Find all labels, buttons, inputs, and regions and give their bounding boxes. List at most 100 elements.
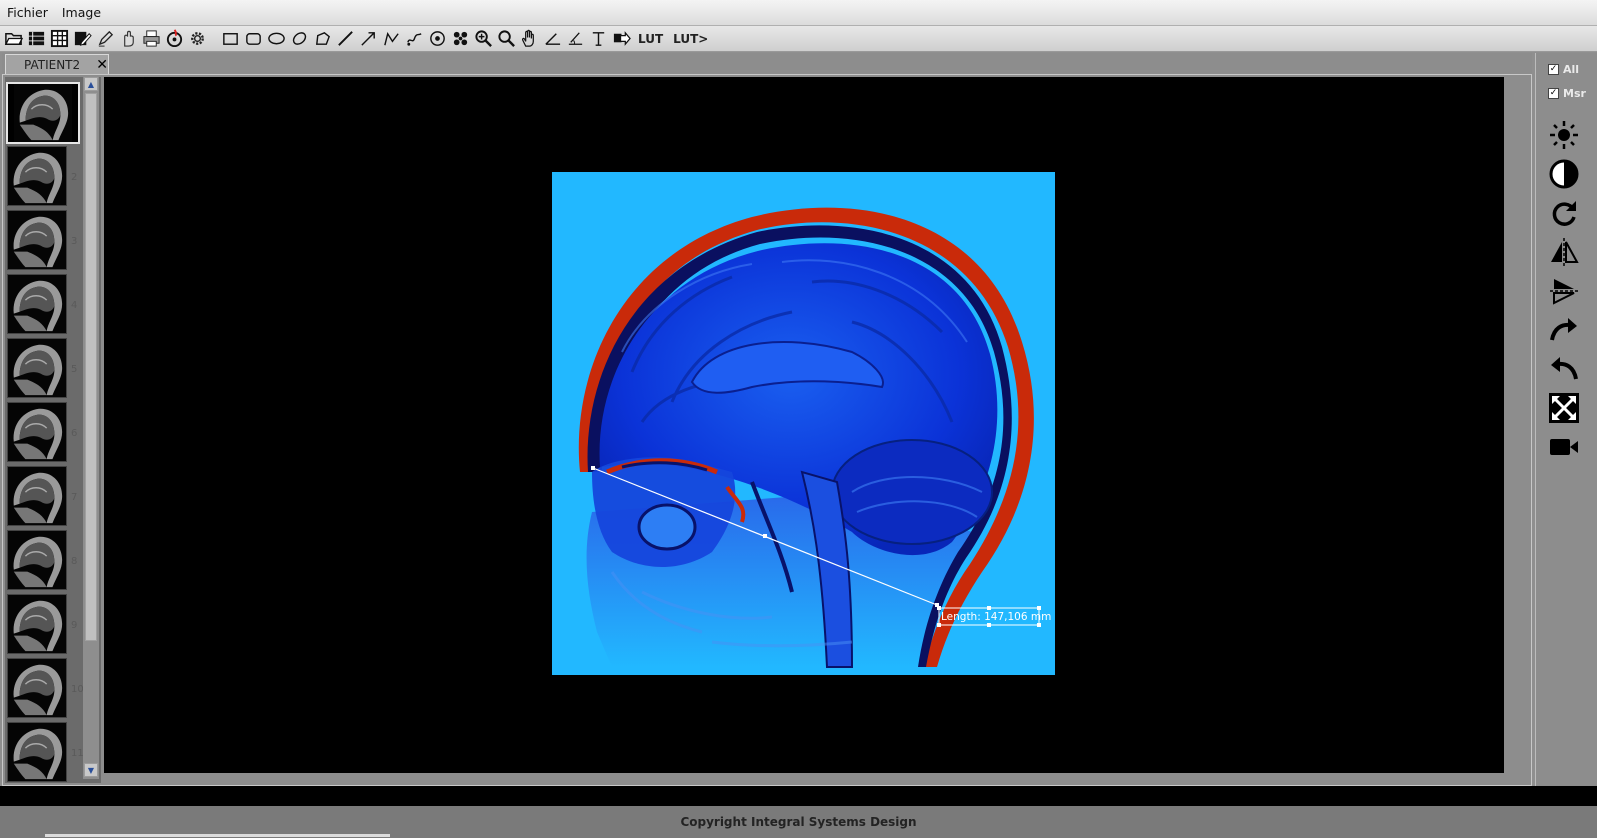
checkbox-all[interactable]: ✓ All bbox=[1548, 63, 1579, 76]
thumbnail-slice[interactable] bbox=[7, 146, 67, 206]
zoom-icon[interactable] bbox=[495, 28, 518, 50]
thumbnail-image bbox=[8, 723, 66, 781]
thumbnail-image bbox=[8, 531, 66, 589]
thumbnail-number: 3 bbox=[71, 236, 78, 247]
checkbox-msr-box[interactable]: ✓ bbox=[1548, 88, 1559, 99]
thumbnail-image bbox=[8, 403, 66, 461]
thumbnail-slice[interactable] bbox=[7, 658, 67, 718]
thumbnail-image bbox=[8, 339, 66, 397]
thumbnail-image bbox=[14, 84, 72, 142]
thumbnail-slice[interactable] bbox=[7, 466, 67, 526]
mri-sagittal-image[interactable]: Length: 147,106 mm bbox=[552, 172, 1055, 675]
toolbar: LUT LUT> bbox=[0, 26, 1597, 52]
thumbnail-number: 8 bbox=[71, 556, 78, 567]
thumbnail-number: 6 bbox=[71, 428, 78, 439]
tab-close-icon[interactable]: ✕ bbox=[96, 57, 108, 73]
oval-tool-icon[interactable] bbox=[288, 28, 311, 50]
copyright-text: Copyright Integral Systems Design bbox=[680, 815, 917, 829]
edit-icon[interactable] bbox=[71, 28, 94, 50]
thumbnail-number: 4 bbox=[71, 300, 78, 311]
checkbox-all-label: All bbox=[1563, 63, 1580, 76]
thumbnail-slice[interactable] bbox=[7, 338, 67, 398]
thumbnail-image bbox=[8, 211, 66, 269]
undo-icon[interactable] bbox=[1547, 352, 1581, 386]
measurement-label: Length: 147,106 mm bbox=[941, 611, 1051, 623]
print-icon[interactable] bbox=[140, 28, 163, 50]
thumbnail-slice[interactable] bbox=[7, 210, 67, 270]
ellipse-tool-icon[interactable] bbox=[265, 28, 288, 50]
scroll-down-icon[interactable]: ▼ bbox=[84, 763, 98, 777]
thumbnail-image bbox=[8, 659, 66, 717]
contrast-icon[interactable] bbox=[1547, 157, 1581, 191]
toolbar-separator bbox=[209, 28, 219, 50]
arrow-tool-icon[interactable] bbox=[357, 28, 380, 50]
redo-icon[interactable] bbox=[1547, 313, 1581, 347]
menu-bar: Fichier Image bbox=[0, 0, 1597, 26]
thumbnail-number: 2 bbox=[71, 172, 78, 183]
hand-cursor-icon[interactable] bbox=[117, 28, 140, 50]
brightness-icon[interactable] bbox=[1547, 118, 1581, 152]
freehand-tool-icon[interactable] bbox=[403, 28, 426, 50]
checkbox-msr-label: Msr bbox=[1563, 87, 1586, 100]
image-viewer[interactable]: Length: 147,106 mm bbox=[104, 77, 1504, 773]
rectangle-tool-icon[interactable] bbox=[219, 28, 242, 50]
polygon-tool-icon[interactable] bbox=[311, 28, 334, 50]
thumbnail-image bbox=[8, 467, 66, 525]
thumbnail-scrollbar[interactable]: ▲ ▼ bbox=[83, 77, 99, 779]
fullscreen-icon[interactable] bbox=[1547, 391, 1581, 425]
thumbnail-slice[interactable] bbox=[6, 82, 80, 144]
export-icon[interactable] bbox=[610, 28, 633, 50]
thumbnail-slice[interactable] bbox=[7, 274, 67, 334]
settings-gear-icon[interactable] bbox=[186, 28, 209, 50]
crosshair-tool-icon[interactable] bbox=[449, 28, 472, 50]
footer-divider bbox=[45, 834, 390, 837]
cobb-angle-tool-icon[interactable] bbox=[564, 28, 587, 50]
list-icon[interactable] bbox=[25, 28, 48, 50]
checkbox-all-box[interactable]: ✓ bbox=[1548, 64, 1559, 75]
open-folder-icon[interactable] bbox=[2, 28, 25, 50]
tab-patient2[interactable]: PATIENT2 ✕ bbox=[5, 54, 109, 74]
scroll-thumb[interactable] bbox=[85, 93, 97, 641]
menu-fichier[interactable]: Fichier bbox=[0, 0, 55, 26]
thumbnail-image bbox=[8, 147, 66, 205]
tab-strip: PATIENT2 ✕ bbox=[2, 53, 1532, 75]
point-tool-icon[interactable] bbox=[426, 28, 449, 50]
tab-label: PATIENT2 bbox=[24, 57, 81, 72]
angle-tool-icon[interactable] bbox=[541, 28, 564, 50]
line-tool-icon[interactable] bbox=[334, 28, 357, 50]
thumbnail-number: 5 bbox=[71, 364, 78, 375]
lut-next-button[interactable]: LUT> bbox=[668, 28, 713, 50]
burn-icon[interactable] bbox=[163, 28, 186, 50]
thumbnail-slice[interactable] bbox=[7, 402, 67, 462]
status-bar bbox=[0, 786, 1597, 806]
thumbnail-slice[interactable] bbox=[7, 594, 67, 654]
video-camera-icon[interactable] bbox=[1547, 430, 1581, 464]
thumbnail-slice[interactable] bbox=[7, 530, 67, 590]
menu-image[interactable]: Image bbox=[55, 0, 108, 26]
thumbnail-image bbox=[8, 275, 66, 333]
flip-vertical-icon[interactable] bbox=[1547, 274, 1581, 308]
main-panel: 2 3 4 5 6 7 8 9 10 11 ▲ ▼ Length: 147,10… bbox=[2, 74, 1532, 786]
flip-horizontal-icon[interactable] bbox=[1547, 235, 1581, 269]
right-tool-panel: ✓ All ✓ Msr bbox=[1535, 53, 1597, 786]
zoom-in-icon[interactable] bbox=[472, 28, 495, 50]
thumbnail-number: 10 bbox=[71, 684, 84, 695]
text-tool-icon[interactable] bbox=[587, 28, 610, 50]
measurement-handle bbox=[591, 466, 595, 470]
polyline-tool-icon[interactable] bbox=[380, 28, 403, 50]
app-window: Fichier Image LUT LUT> PATIENT2 ✕ 2 3 4 … bbox=[0, 0, 1597, 838]
pan-hand-icon[interactable] bbox=[518, 28, 541, 50]
rotate-icon[interactable] bbox=[1547, 196, 1581, 230]
thumbnail-number: 7 bbox=[71, 492, 78, 503]
thumbnail-number: 11 bbox=[71, 748, 84, 759]
pencil-icon[interactable] bbox=[94, 28, 117, 50]
rounded-rect-tool-icon[interactable] bbox=[242, 28, 265, 50]
scroll-up-icon[interactable]: ▲ bbox=[84, 77, 98, 91]
measurement-handle bbox=[763, 534, 767, 538]
thumbnail-slice[interactable] bbox=[7, 722, 67, 782]
thumbnail-image bbox=[8, 595, 66, 653]
table-icon[interactable] bbox=[48, 28, 71, 50]
lut-button[interactable]: LUT bbox=[633, 28, 668, 50]
checkbox-msr[interactable]: ✓ Msr bbox=[1548, 87, 1586, 100]
thumbnail-number: 9 bbox=[71, 620, 78, 631]
